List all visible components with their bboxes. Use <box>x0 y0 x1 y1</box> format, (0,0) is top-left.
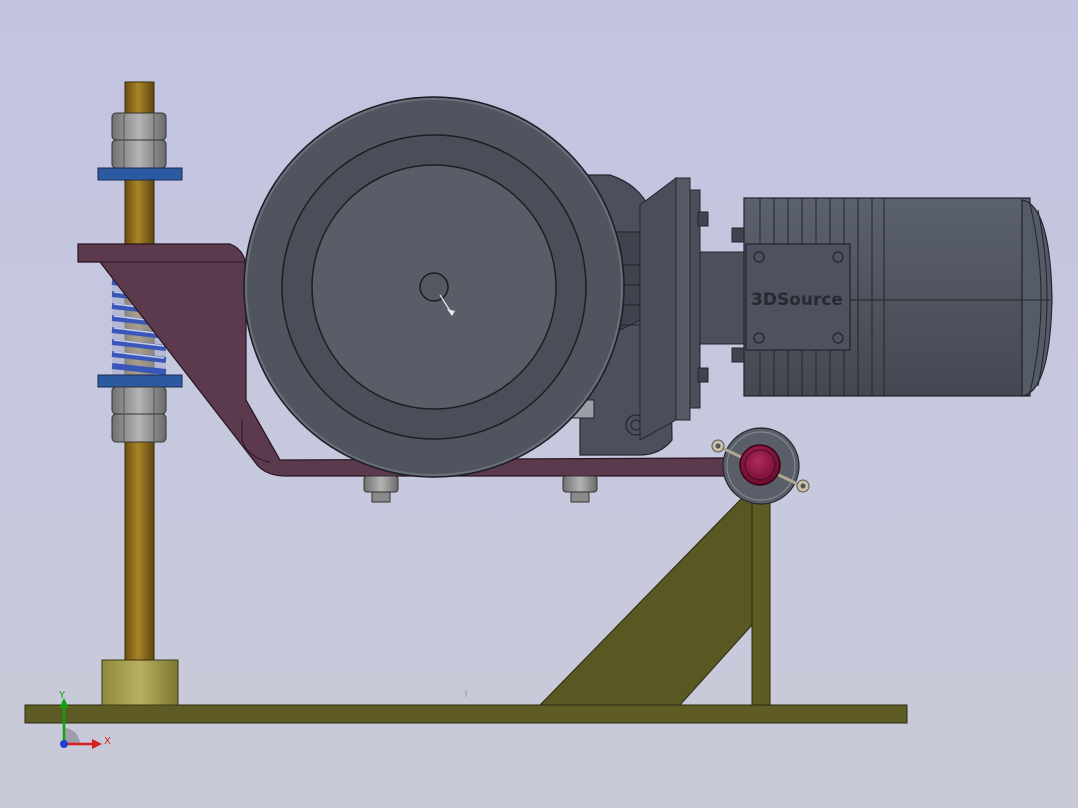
x-axis-label: X <box>104 736 111 747</box>
top-nut-2 <box>111 139 167 169</box>
z-axis-dot <box>60 740 68 748</box>
rod-base-cylinder <box>101 659 179 706</box>
bracket-bolts <box>363 475 598 503</box>
lower-nut-2 <box>111 413 167 443</box>
clamp-knob[interactable] <box>739 444 781 486</box>
triangular-support <box>538 497 753 706</box>
electric-motor: 3DSource <box>699 197 1053 397</box>
gearbox-flange <box>675 177 691 421</box>
assembly-drawing[interactable]: 3DSource Y X <box>0 0 1078 808</box>
y-axis-label: Y <box>58 690 66 701</box>
bracket-bolt-2 <box>562 475 598 493</box>
brand-label: 3DSource <box>751 290 843 310</box>
lower-washer <box>97 374 183 388</box>
cad-viewport[interactable]: 3DSource Y X <box>0 0 1078 808</box>
vertical-post <box>751 497 771 706</box>
pivot-clamp <box>711 427 810 505</box>
top-washer <box>97 167 183 181</box>
wheel-hub <box>419 272 449 302</box>
bracket-bolt-1 <box>363 475 399 493</box>
top-nut-1 <box>111 112 167 141</box>
drive-wheel <box>243 96 625 478</box>
threaded-rod-assembly <box>97 81 183 706</box>
lower-nut-1 <box>111 386 167 415</box>
motor-shaft-housing <box>699 251 749 345</box>
base-plate <box>24 704 908 724</box>
